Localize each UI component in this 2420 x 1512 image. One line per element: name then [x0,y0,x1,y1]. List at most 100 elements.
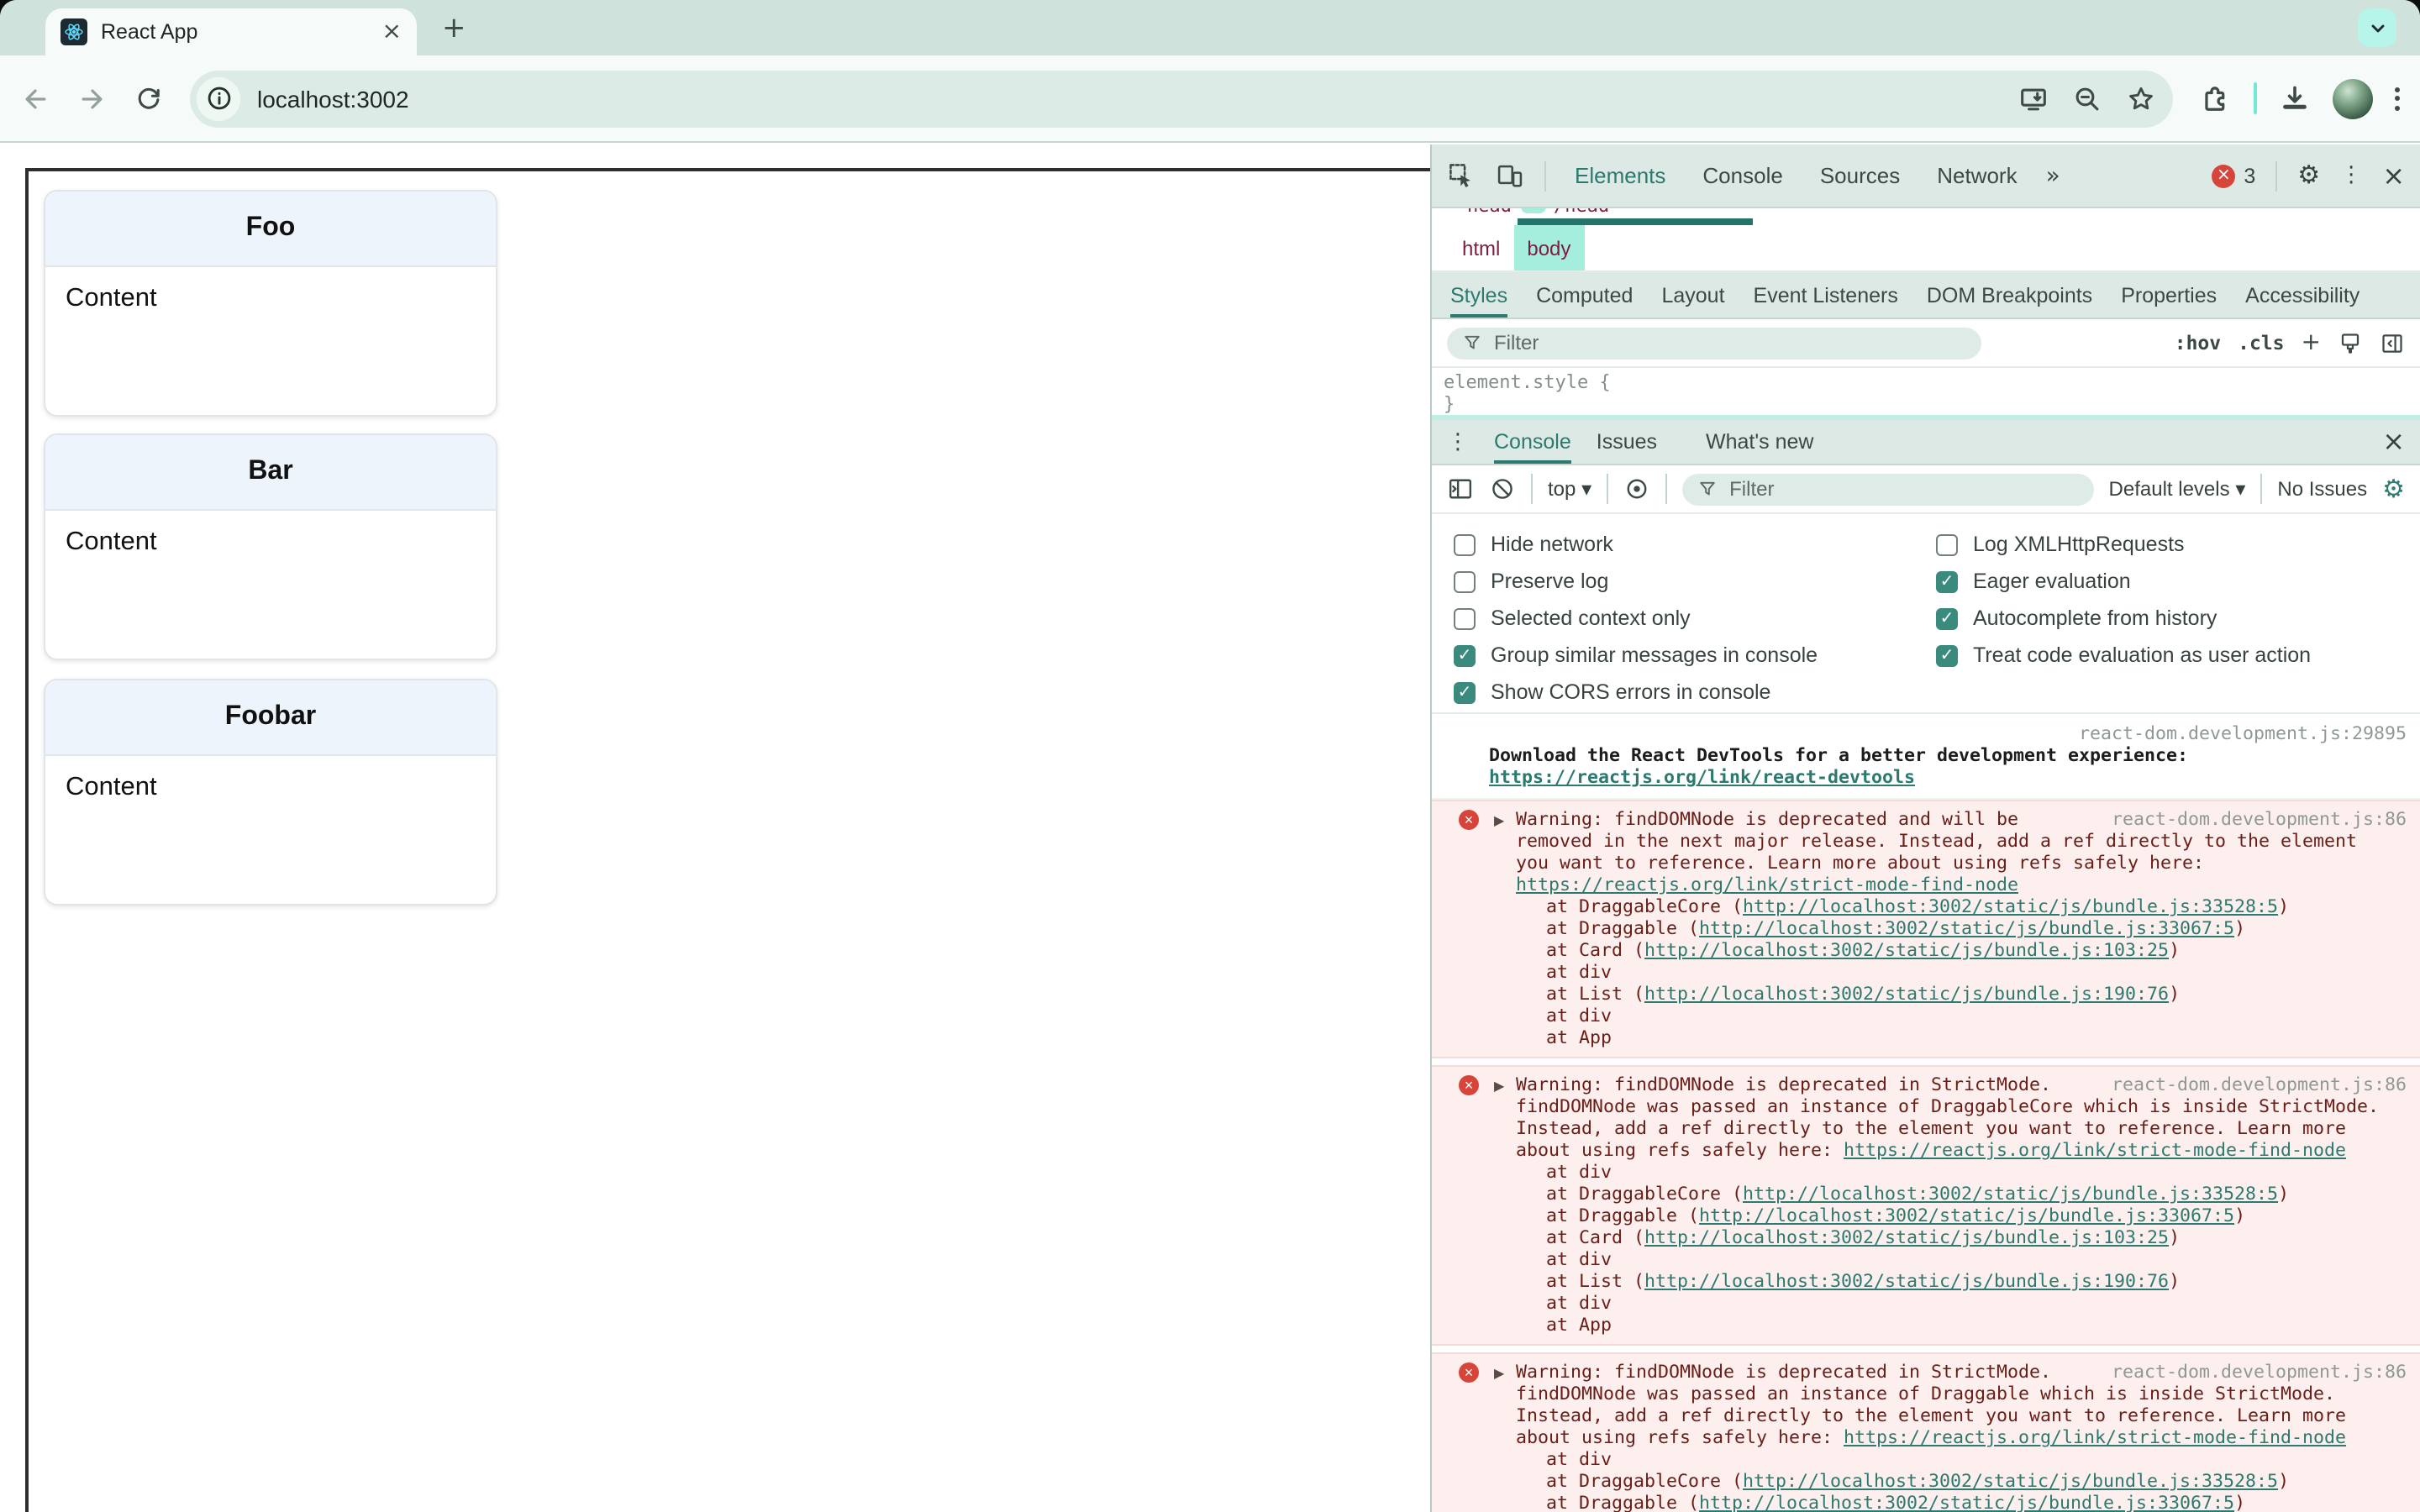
card-bar[interactable]: Bar Content [44,433,497,660]
tab-sources[interactable]: Sources [1820,163,1900,188]
more-tabs-icon[interactable]: » [2046,162,2060,189]
expand-triangle-icon[interactable]: ▶ [1494,810,1504,832]
bundle-link[interactable]: http://localhost:3002/static/js/bundle.j… [1644,1226,2169,1248]
tab-styles[interactable]: Styles [1450,273,1508,317]
checkbox[interactable] [1936,570,1958,592]
tab-properties[interactable]: Properties [2121,273,2217,317]
profile-avatar[interactable] [2333,78,2373,118]
card-title[interactable]: Foobar [45,680,496,756]
zoom-out-icon[interactable] [2072,83,2102,113]
tab-console[interactable]: Console [1702,163,1782,188]
bundle-link[interactable]: http://localhost:3002/static/js/bundle.j… [1699,1205,2234,1226]
settings-gear-icon[interactable]: ⚙ [2297,162,2320,188]
dock-sidebar-icon[interactable] [2380,330,2405,355]
issues-counter[interactable]: No Issues [2277,477,2367,501]
inspect-element-icon[interactable] [1447,161,1476,190]
console-filter-input[interactable]: Filter [1682,473,2094,505]
source-link[interactable]: react-dom.development.js:86 [2112,1361,2407,1383]
close-tab-icon[interactable]: × [382,20,402,44]
devtools-link[interactable]: https://reactjs.org/link/react-devtools [1489,766,1915,788]
drawer-tab-issues[interactable]: Issues [1597,420,1657,464]
setting-hide-network[interactable]: Hide network [1454,526,1818,563]
styles-filter-input[interactable]: Filter [1447,327,1981,359]
checkbox[interactable] [1936,607,1958,629]
close-devtools-icon[interactable]: × [2382,161,2405,189]
checkbox[interactable] [1936,533,1958,555]
close-drawer-icon[interactable]: × [2382,428,2405,455]
setting-autocomplete-history[interactable]: Autocomplete from history [1936,600,2311,637]
drawer-tab-console[interactable]: Console [1494,420,1571,464]
tab-accessibility[interactable]: Accessibility [2245,273,2360,317]
tab-layout[interactable]: Layout [1661,273,1724,317]
live-expression-eye-icon[interactable] [1623,475,1650,502]
drawer-tab-whats-new[interactable]: What's new [1706,420,1813,464]
new-tab-button[interactable]: + [442,12,466,45]
tab-event-listeners[interactable]: Event Listeners [1754,273,1898,317]
element-style-rule[interactable]: element.style { } [1432,368,2420,418]
elements-tree-clipped-row[interactable]: head/head [1432,208,2420,225]
expand-triangle-icon[interactable]: ▶ [1494,1362,1504,1384]
checkbox[interactable] [1454,570,1476,592]
error-count-badge[interactable]: × 3 [2212,164,2255,187]
browser-tab[interactable]: React App × [45,8,417,55]
bundle-link[interactable]: http://localhost:3002/static/js/bundle.j… [1644,983,2169,1005]
install-app-icon[interactable] [2018,83,2049,113]
bookmark-star-icon[interactable] [2126,83,2156,113]
collapsed-content-icon[interactable] [1520,208,1545,213]
devtools-menu-icon[interactable]: ⋮ [2340,165,2362,186]
expand-triangle-icon[interactable]: ▶ [1494,1075,1504,1097]
bundle-link[interactable]: http://localhost:3002/static/js/bundle.j… [1699,1492,2234,1512]
bundle-link[interactable]: http://localhost:3002/static/js/bundle.j… [1644,1270,2169,1292]
card-foobar[interactable]: Foobar Content [44,679,497,906]
docs-link[interactable]: https://reactjs.org/link/strict-mode-fin… [1516,874,2018,895]
tab-dom-breakpoints[interactable]: DOM Breakpoints [1927,273,2092,317]
card-foo[interactable]: Foo Content [44,190,497,417]
card-title[interactable]: Bar [45,435,496,511]
docs-link[interactable]: https://reactjs.org/link/strict-mode-fin… [1844,1426,2346,1448]
back-icon[interactable] [20,83,50,113]
reload-icon[interactable] [134,84,163,113]
checkbox[interactable] [1454,607,1476,629]
checkbox[interactable] [1454,644,1476,666]
setting-log-xhr[interactable]: Log XMLHttpRequests [1936,526,2311,563]
source-link[interactable]: react-dom.development.js:86 [2112,808,2407,830]
toggle-element-classes[interactable]: .cls [2238,331,2284,354]
docs-link[interactable]: https://reactjs.org/link/strict-mode-fin… [1844,1139,2346,1161]
browser-menu-icon[interactable] [2395,87,2400,110]
bundle-link[interactable]: http://localhost:3002/static/js/bundle.j… [1644,939,2169,961]
source-link[interactable]: react-dom.development.js:86 [2112,1074,2407,1095]
url-bar[interactable]: localhost:3002 [190,70,2173,127]
forward-icon[interactable] [77,83,108,113]
site-info-icon[interactable] [197,76,240,120]
bundle-link[interactable]: http://localhost:3002/static/js/bundle.j… [1743,895,2278,917]
device-toolbar-icon[interactable] [1496,161,1524,190]
console-sidebar-icon[interactable] [1447,475,1474,502]
setting-selected-context[interactable]: Selected context only [1454,600,1818,637]
setting-cors-errors[interactable]: Show CORS errors in console [1454,674,1818,711]
clear-console-icon[interactable] [1489,475,1516,502]
new-style-rule-icon[interactable]: + [2302,331,2321,354]
setting-group-similar[interactable]: Group similar messages in console [1454,637,1818,674]
bundle-link[interactable]: http://localhost:3002/static/js/bundle.j… [1743,1470,2278,1492]
log-levels-selector[interactable]: Default levels ▾ [2109,477,2246,501]
setting-preserve-log[interactable]: Preserve log [1454,563,1818,600]
setting-user-action[interactable]: Treat code evaluation as user action [1936,637,2311,674]
bundle-link[interactable]: http://localhost:3002/static/js/bundle.j… [1699,917,2234,939]
tab-search-chevron-button[interactable] [2358,8,2396,47]
tab-network[interactable]: Network [1937,163,2017,188]
source-link[interactable]: react-dom.development.js:29895 [1489,722,2407,744]
context-selector[interactable]: top ▾ [1548,477,1591,501]
drawer-menu-icon[interactable]: ⋮ [1447,431,1469,453]
checkbox[interactable] [1454,533,1476,555]
rendering-icon[interactable] [2338,330,2363,355]
checkbox[interactable] [1936,644,1958,666]
extensions-puzzle-icon[interactable] [2200,82,2232,114]
tab-computed[interactable]: Computed [1536,273,1633,317]
bundle-link[interactable]: http://localhost:3002/static/js/bundle.j… [1743,1183,2278,1205]
toggle-hover-state[interactable]: :hov [2175,331,2221,354]
tab-elements[interactable]: Elements [1575,163,1665,188]
card-title[interactable]: Foo [45,192,496,267]
url-text[interactable]: localhost:3002 [257,85,2002,112]
downloads-icon[interactable] [2279,82,2311,114]
breadcrumb-html[interactable]: html [1449,225,1513,270]
